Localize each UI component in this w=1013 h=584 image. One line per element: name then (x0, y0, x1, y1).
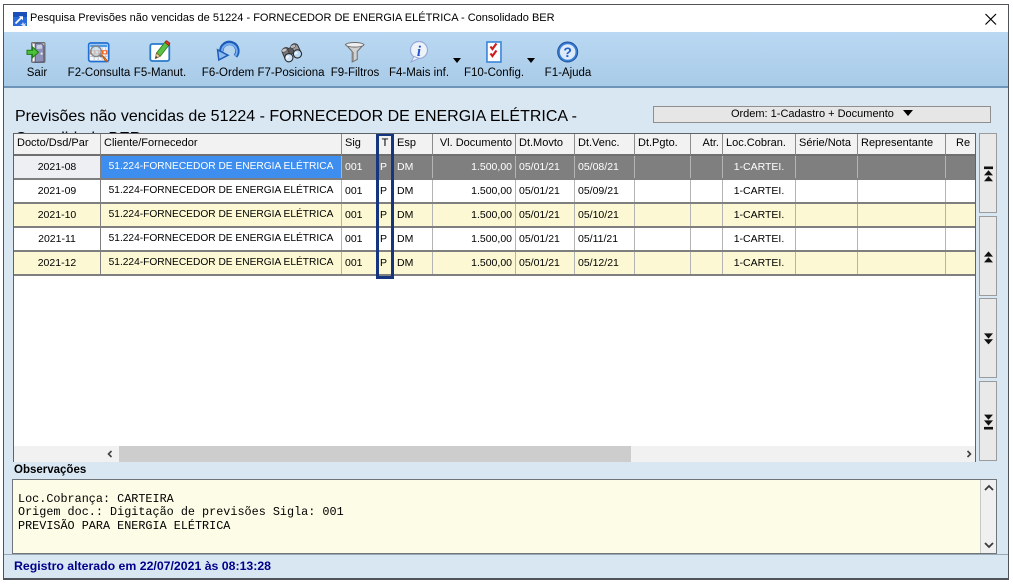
svg-text:?: ? (564, 44, 573, 60)
